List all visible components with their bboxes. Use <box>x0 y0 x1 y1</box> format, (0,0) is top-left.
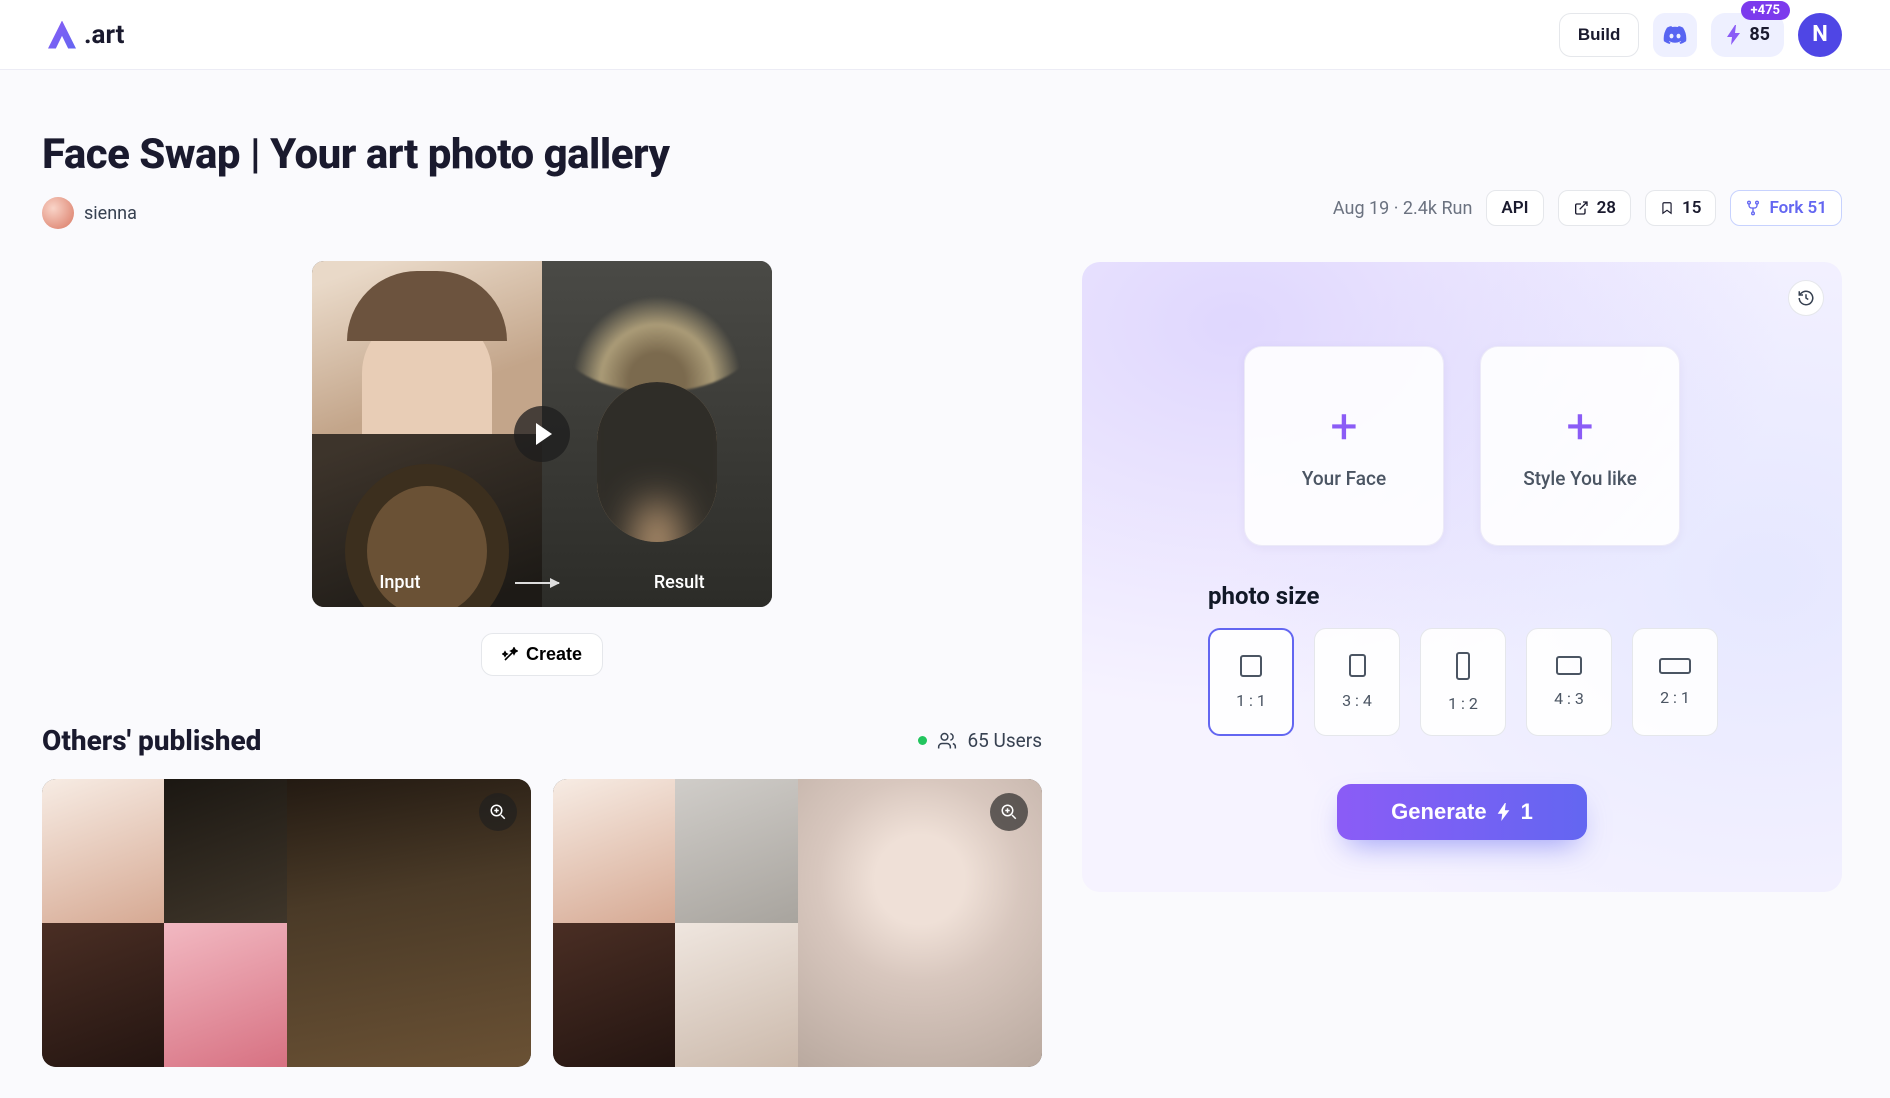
magic-wand-icon <box>502 647 518 663</box>
photo-size-options: 1 : 1 3 : 4 1 : 2 4 : 3 <box>1208 628 1806 736</box>
user-avatar[interactable]: N <box>1798 13 1842 57</box>
play-icon <box>514 406 570 462</box>
magnify-icon <box>1000 803 1018 821</box>
size-option-1-1[interactable]: 1 : 1 <box>1208 628 1294 736</box>
fork-button[interactable]: Fork 51 <box>1730 190 1842 226</box>
generator-panel: + Your Face + Style You like photo size … <box>1082 262 1842 892</box>
ratio-icon <box>1456 652 1470 680</box>
hero-input-label: Input <box>379 572 420 593</box>
zoom-button[interactable] <box>479 793 517 831</box>
ratio-icon <box>1556 656 1582 675</box>
history-button[interactable] <box>1788 280 1824 316</box>
size-option-1-2[interactable]: 1 : 2 <box>1420 628 1506 736</box>
credits-button[interactable]: 85 +475 <box>1711 13 1784 57</box>
credits-bonus-badge: +475 <box>1741 1 1790 20</box>
ratio-icon <box>1240 655 1262 677</box>
plus-icon: + <box>1330 403 1357 451</box>
logo-mark-icon <box>48 21 76 49</box>
author-name: sienna <box>84 203 137 224</box>
brand-logo[interactable]: .art <box>48 20 124 50</box>
page-meta: sienna <box>42 197 1042 229</box>
discord-button[interactable] <box>1653 13 1697 57</box>
size-option-2-1[interactable]: 2 : 1 <box>1632 628 1718 736</box>
upload-your-face[interactable]: + Your Face <box>1244 346 1444 546</box>
upload-style[interactable]: + Style You like <box>1480 346 1680 546</box>
ratio-icon <box>1659 658 1691 674</box>
preview-video[interactable]: Input Result <box>312 261 772 607</box>
hero-result-label: Result <box>654 572 705 593</box>
create-button[interactable]: Create <box>481 633 603 676</box>
size-option-4-3[interactable]: 4 : 3 <box>1526 628 1612 736</box>
build-button[interactable]: Build <box>1559 13 1640 57</box>
discord-icon <box>1663 25 1687 45</box>
users-icon <box>937 731 957 751</box>
fork-icon <box>1745 200 1761 216</box>
credits-value: 85 <box>1749 24 1770 45</box>
history-icon <box>1797 289 1815 307</box>
gallery-card[interactable] <box>553 779 1042 1067</box>
bolt-icon <box>1497 803 1511 821</box>
page-title: Face Swap | Your art photo gallery <box>42 130 1042 179</box>
bookmark-icon <box>1660 200 1674 216</box>
run-meta: Aug 19 · 2.4k Run <box>1333 198 1473 219</box>
generate-button[interactable]: Generate 1 <box>1337 784 1587 840</box>
author-avatar <box>42 197 74 229</box>
app-header: .art Build 85 +475 N <box>0 0 1890 70</box>
api-chip[interactable]: API <box>1486 190 1543 226</box>
others-published-title: Others' published <box>42 724 261 757</box>
bookmark-chip[interactable]: 15 <box>1645 190 1716 226</box>
arrow-right-icon <box>515 582 559 584</box>
zoom-button[interactable] <box>990 793 1028 831</box>
gallery-card[interactable] <box>42 779 531 1067</box>
photo-size-label: photo size <box>1208 582 1806 610</box>
author-link[interactable]: sienna <box>42 197 137 229</box>
header-actions: Build 85 +475 N <box>1559 13 1842 57</box>
share-chip[interactable]: 28 <box>1558 190 1631 226</box>
ratio-icon <box>1349 654 1366 677</box>
size-option-3-4[interactable]: 3 : 4 <box>1314 628 1400 736</box>
plus-icon: + <box>1566 403 1593 451</box>
users-count: 65 Users <box>918 729 1042 752</box>
page-actions: Aug 19 · 2.4k Run API 28 15 Fork 51 <box>1082 190 1842 226</box>
share-icon <box>1573 200 1589 216</box>
bolt-icon <box>1725 25 1743 45</box>
online-dot-icon <box>918 736 927 745</box>
published-gallery <box>42 779 1042 1067</box>
brand-text: .art <box>84 20 124 50</box>
magnify-icon <box>489 803 507 821</box>
